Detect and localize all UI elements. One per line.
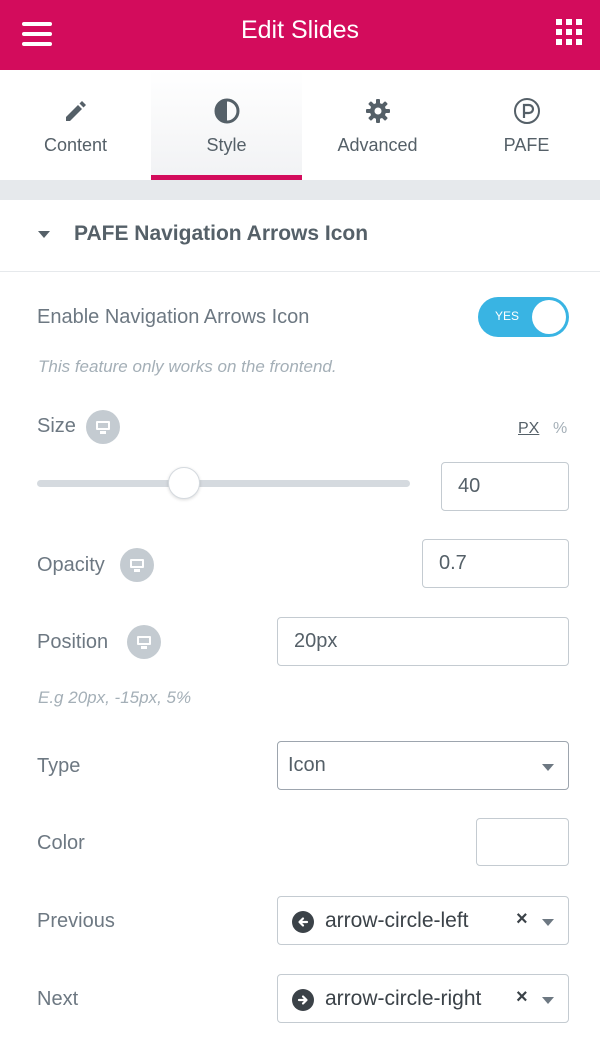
tab-pafe[interactable]: PAFE (453, 70, 600, 180)
next-label: Next (37, 988, 79, 1010)
section-header[interactable]: PAFE Navigation Arrows Icon (0, 200, 600, 272)
previous-label: Previous (37, 910, 115, 932)
enable-arrows-label: Enable Navigation Arrows Icon (37, 306, 310, 328)
arrow-circle-left-icon (292, 911, 314, 933)
half-circle-icon (214, 98, 240, 124)
size-slider[interactable] (37, 480, 410, 487)
desktop-responsive-icon[interactable] (86, 410, 120, 444)
next-icon-select[interactable]: arrow-circle-right × (277, 974, 569, 1023)
unit-percent-option[interactable]: % (553, 420, 567, 438)
position-label: Position (37, 631, 109, 653)
clear-icon[interactable]: × (516, 908, 528, 931)
gear-icon (366, 99, 390, 123)
color-picker[interactable] (476, 818, 569, 866)
chevron-down-icon (542, 919, 554, 926)
tab-style[interactable]: Style (151, 70, 302, 180)
size-label: Size (37, 415, 76, 437)
next-icon-value: arrow-circle-right (325, 987, 482, 1010)
section-title: PAFE Navigation Arrows Icon (74, 222, 369, 245)
tab-content[interactable]: Content (0, 70, 151, 180)
enable-arrows-toggle[interactable]: YES (478, 297, 569, 337)
tab-pafe-label: PAFE (503, 135, 550, 155)
tab-style-label: Style (206, 135, 247, 155)
position-input[interactable] (277, 617, 569, 666)
chevron-down-icon (542, 764, 554, 771)
previous-icon-select[interactable]: arrow-circle-left × (277, 896, 569, 945)
opacity-label: Opacity (37, 554, 105, 576)
tab-content-label: Content (43, 135, 108, 155)
panel-header: Edit Slides (0, 0, 600, 70)
tab-advanced[interactable]: Advanced (302, 70, 453, 180)
panel-title: Edit Slides (240, 16, 360, 44)
caret-down-icon (38, 231, 50, 238)
size-input[interactable] (441, 462, 569, 511)
section-separator (0, 180, 600, 200)
clear-icon[interactable]: × (516, 986, 528, 1009)
opacity-input[interactable] (422, 539, 569, 588)
desktop-responsive-icon[interactable] (127, 625, 161, 659)
unit-px-option[interactable]: PX (518, 420, 539, 438)
type-label: Type (37, 755, 81, 777)
type-select-value: Icon (288, 754, 326, 776)
previous-icon-value: arrow-circle-left (325, 909, 469, 932)
size-slider-handle[interactable] (168, 467, 200, 499)
arrow-circle-right-icon (292, 989, 314, 1011)
panel-tabs: Content Style Advanced PAFE (0, 70, 600, 180)
toggle-knob (532, 300, 566, 334)
color-label: Color (37, 832, 85, 854)
toggle-yes-label: YES (495, 309, 520, 323)
type-select[interactable]: Icon (277, 741, 569, 790)
position-hint: E.g 20px, -15px, 5% (38, 688, 192, 707)
pafe-logo-icon (514, 98, 540, 124)
frontend-note: This feature only works on the frontend. (38, 357, 337, 376)
pencil-icon (66, 101, 86, 121)
desktop-responsive-icon[interactable] (120, 548, 154, 582)
chevron-down-icon (542, 997, 554, 1004)
tab-advanced-label: Advanced (337, 135, 418, 155)
widgets-grid-icon[interactable] (556, 19, 582, 45)
